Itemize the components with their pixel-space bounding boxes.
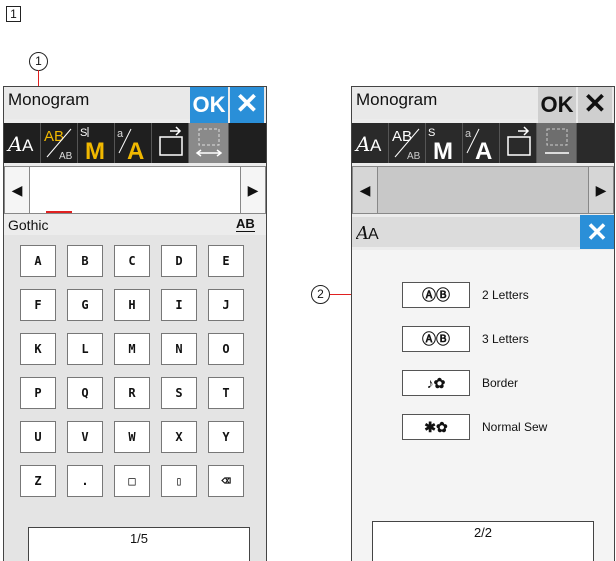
keyboard: A B C D E F G H I J K L M N O P Q R S T … (4, 235, 266, 561)
font-name: Gothic (8, 217, 49, 233)
key-r[interactable]: R (114, 377, 150, 409)
key-h[interactable]: H (114, 289, 150, 321)
text-input (378, 166, 588, 214)
svg-text:a: a (117, 128, 124, 140)
svg-text:M: M (433, 138, 453, 163)
ok-button: OK (538, 87, 576, 123)
option-label-2-letters: 2 Letters (482, 288, 529, 302)
cursor-right-button[interactable]: ▶ (240, 166, 266, 214)
option-label-normal-sew: Normal Sew (482, 420, 548, 434)
screen-title: Monogram (8, 90, 90, 109)
open-file-icon[interactable] (152, 123, 189, 163)
two-letters-icon[interactable]: ⒶⒷ (402, 282, 470, 308)
callout-2: 2 (311, 285, 330, 304)
key-narrow-space[interactable]: ▯ (161, 465, 197, 497)
cursor-left-button: ◀ (352, 166, 378, 214)
monogram-icon[interactable]: SM (78, 123, 115, 165)
open-file-icon (500, 123, 537, 163)
key-o[interactable]: O (208, 333, 244, 365)
submenu-close-button[interactable]: ✕ (580, 215, 614, 249)
svg-text:M: M (85, 138, 105, 163)
cursor-left-button[interactable]: ◀ (4, 166, 30, 214)
spacing-icon[interactable] (189, 123, 229, 163)
key-b[interactable]: B (67, 245, 103, 277)
svg-text:A: A (22, 136, 34, 155)
normal-sew-icon[interactable]: ✱✿ (402, 414, 470, 440)
key-z[interactable]: Z (20, 465, 56, 497)
key-period[interactable]: . (67, 465, 103, 497)
svg-text:A: A (370, 136, 382, 155)
letter-size-icon: AB AB (389, 123, 426, 163)
ok-button[interactable]: OK (190, 87, 228, 123)
key-y[interactable]: Y (208, 421, 244, 453)
monogram-icon: SM (426, 123, 463, 165)
text-input[interactable] (30, 166, 240, 214)
border-icon[interactable]: ♪✿ (402, 370, 470, 396)
key-l[interactable]: L (67, 333, 103, 365)
key-w[interactable]: W (114, 421, 150, 453)
option-list: ⒶⒷ 2 Letters ⒶⒷ 3 Letters ♪✿ Border ✱✿ N… (352, 250, 614, 561)
close-button[interactable]: ✕ (230, 87, 264, 123)
toolbar-disabled: AA AB AB SM aA (352, 123, 614, 165)
cursor-right-button: ▶ (588, 166, 614, 214)
monogram-screen-right: Monogram OK ✕ AA AB AB SM aA ◀ ▶ AA ✕ ⒶⒷ… (351, 86, 615, 561)
key-c[interactable]: C (114, 245, 150, 277)
svg-text:A: A (127, 138, 144, 163)
key-e[interactable]: E (208, 245, 244, 277)
key-p[interactable]: P (20, 377, 56, 409)
toolbar: AA AB AB SM aA (4, 123, 266, 165)
three-letters-icon[interactable]: ⒶⒷ (402, 326, 470, 352)
key-a[interactable]: A (20, 245, 56, 277)
option-label-border: Border (482, 376, 519, 390)
svg-text:A: A (354, 132, 370, 156)
option-label-3-letters: 3 Letters (482, 332, 529, 346)
text-entry-row: ◀ ▶ (4, 166, 266, 214)
callout-1: 1 (29, 52, 48, 71)
letter-size-icon[interactable]: AB AB (41, 123, 78, 163)
key-g[interactable]: G (67, 289, 103, 321)
key-u[interactable]: U (20, 421, 56, 453)
svg-text:A: A (6, 132, 22, 156)
step-number: 1 (6, 6, 21, 22)
font-select-icon: AA (352, 123, 389, 163)
key-i[interactable]: I (161, 289, 197, 321)
text-entry-row: ◀ ▶ (352, 166, 614, 214)
svg-text:a: a (465, 128, 472, 140)
svg-text:A: A (368, 226, 379, 243)
svg-text:AB: AB (407, 151, 421, 162)
key-s[interactable]: S (161, 377, 197, 409)
monogram-screen-left: Monogram OK ✕ AA AB AB SM aA ◀ ▶ Gothic A… (3, 86, 267, 561)
text-cursor (46, 211, 72, 213)
key-v[interactable]: V (67, 421, 103, 453)
submenu-font-icon: AA (354, 219, 396, 250)
backspace-icon[interactable]: ⌫ (208, 465, 244, 497)
submenu-header: AA ✕ (352, 215, 614, 250)
page-number: 2/2 (473, 525, 493, 540)
svg-text:AB: AB (59, 151, 73, 162)
case-toggle-icon[interactable]: aA (115, 123, 152, 165)
key-q[interactable]: Q (67, 377, 103, 409)
key-n[interactable]: N (161, 333, 197, 365)
font-select-icon[interactable]: AA (4, 123, 41, 163)
key-m[interactable]: M (114, 333, 150, 365)
svg-text:A: A (475, 138, 492, 163)
key-d[interactable]: D (161, 245, 197, 277)
page-indicator: 2/2 (372, 521, 594, 561)
case-toggle-icon: aA (463, 123, 500, 165)
key-f[interactable]: F (20, 289, 56, 321)
page-indicator: 1/5 (28, 527, 250, 561)
key-t[interactable]: T (208, 377, 244, 409)
key-x[interactable]: X (161, 421, 197, 453)
page-number: 1/5 (129, 531, 149, 546)
key-j[interactable]: J (208, 289, 244, 321)
screen-title: Monogram (356, 90, 438, 109)
svg-text:AB: AB (392, 128, 412, 145)
size-label[interactable]: AB (236, 217, 255, 232)
close-button: ✕ (578, 87, 612, 123)
spacing-icon (537, 123, 577, 163)
svg-text:AB: AB (44, 128, 64, 145)
key-space[interactable]: □ (114, 465, 150, 497)
key-k[interactable]: K (20, 333, 56, 365)
